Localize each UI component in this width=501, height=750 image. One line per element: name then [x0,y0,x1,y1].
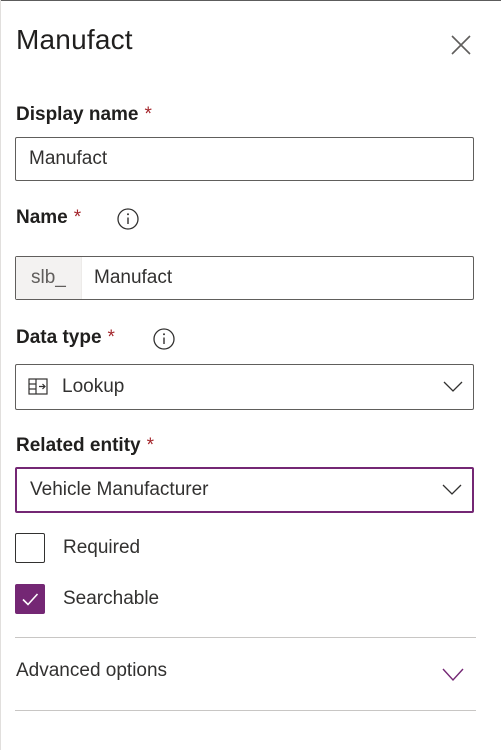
chevron-down-icon [442,484,462,495]
left-border [0,0,1,750]
advanced-options-toggle[interactable]: Advanced options [16,660,167,682]
close-button[interactable] [446,30,476,60]
checkmark-icon [22,593,39,606]
required-asterisk: * [146,435,154,456]
chevron-down-icon [443,381,463,392]
data-type-value: Lookup [62,376,125,397]
panel-title: Manufact [16,24,133,55]
name-input[interactable]: slb_ Manufact [15,256,474,300]
searchable-checkbox[interactable] [15,584,45,614]
related-entity-value: Vehicle Manufacturer [30,479,209,500]
data-type-label-text: Data type [16,327,102,348]
required-checkbox[interactable] [15,533,45,563]
display-name-value: Manufact [29,148,108,169]
divider [15,710,476,711]
required-asterisk: * [107,327,115,348]
display-name-label: Display name * [16,104,152,126]
divider [15,637,476,638]
required-asterisk: * [144,104,152,125]
info-icon[interactable] [152,327,176,351]
related-entity-label: Related entity * [16,435,154,457]
close-icon [451,35,471,55]
chevron-down-icon[interactable] [442,668,464,682]
required-label[interactable]: Required [63,537,140,559]
data-type-dropdown[interactable]: Lookup [15,364,474,410]
searchable-label[interactable]: Searchable [63,588,159,610]
name-label-text: Name [16,207,68,228]
lookup-icon [28,378,48,395]
name-prefix: slb_ [16,257,82,299]
related-entity-label-text: Related entity [16,435,141,456]
top-border [0,0,501,1]
related-entity-dropdown[interactable]: Vehicle Manufacturer [15,467,474,513]
name-value: Manufact [94,267,173,288]
display-name-input[interactable]: Manufact [15,137,474,181]
data-type-label: Data type * [16,327,115,349]
name-label: Name * [16,207,81,229]
info-icon[interactable] [116,207,140,231]
required-asterisk: * [73,207,82,228]
display-name-label-text: Display name [16,104,139,125]
